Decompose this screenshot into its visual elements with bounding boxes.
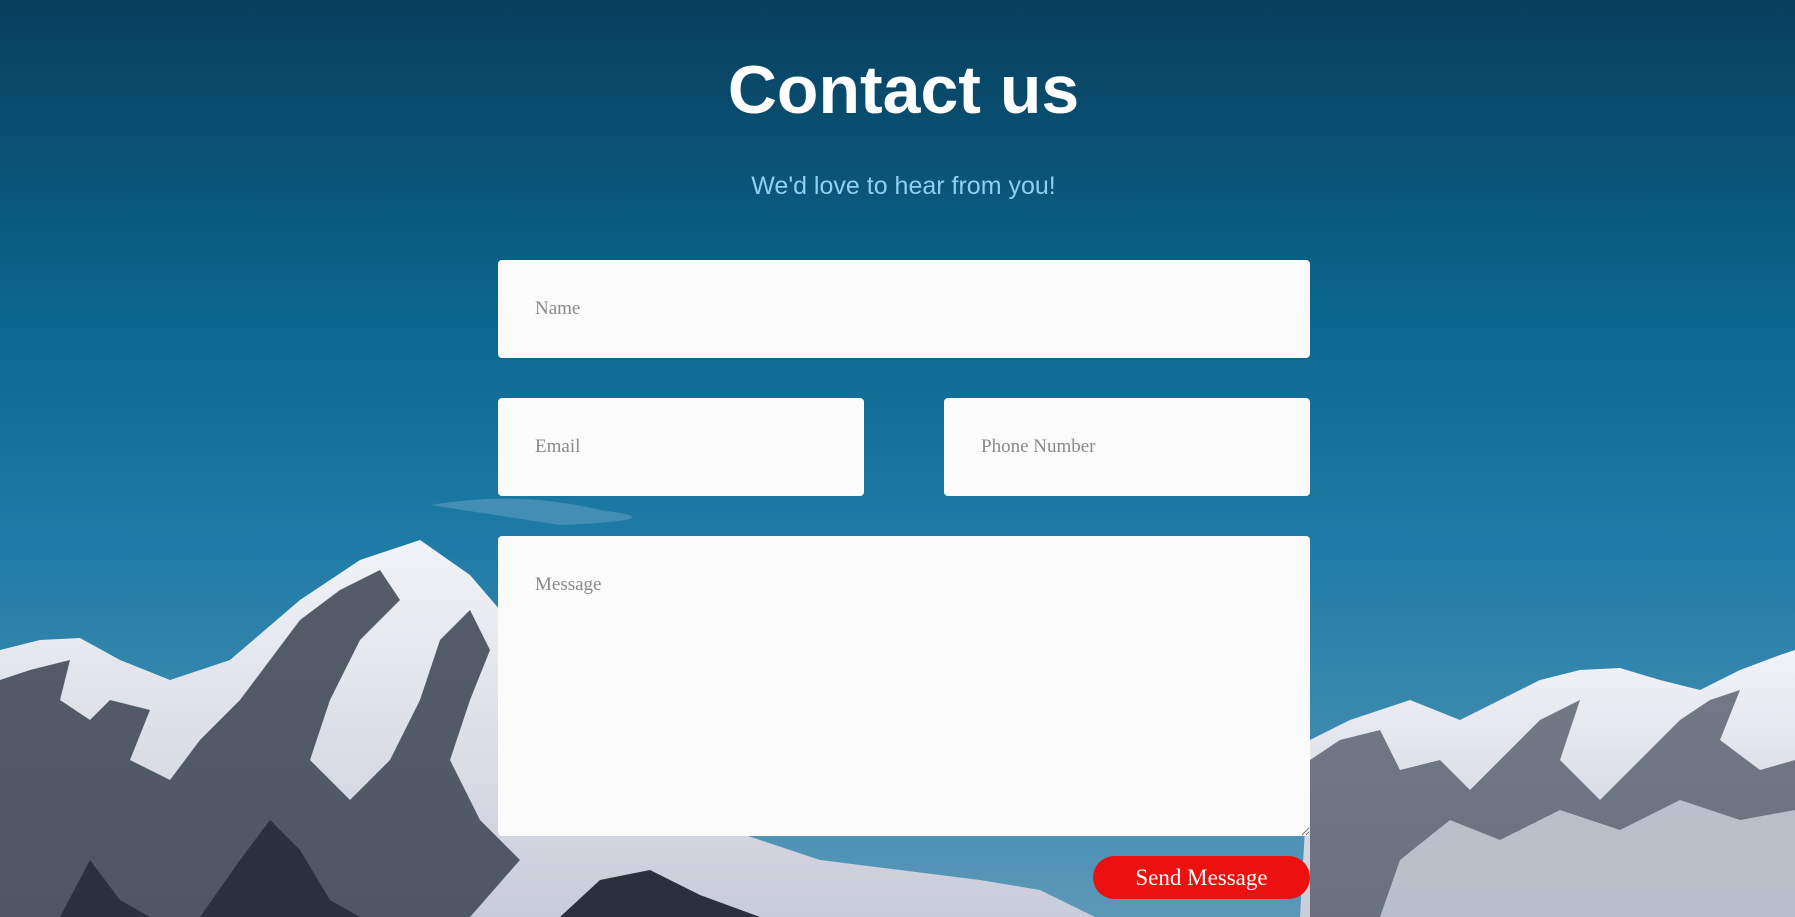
name-input[interactable] bbox=[498, 260, 1310, 358]
send-message-button[interactable]: Send Message bbox=[1093, 856, 1310, 899]
phone-number-input[interactable] bbox=[944, 398, 1310, 496]
contact-page: Contact us We'd love to hear from you! S… bbox=[0, 0, 1795, 917]
page-title: Contact us bbox=[727, 52, 1080, 128]
page-subtitle: We'd love to hear from you! bbox=[751, 172, 1056, 200]
message-textarea[interactable] bbox=[498, 536, 1310, 836]
email-input[interactable] bbox=[498, 398, 864, 496]
